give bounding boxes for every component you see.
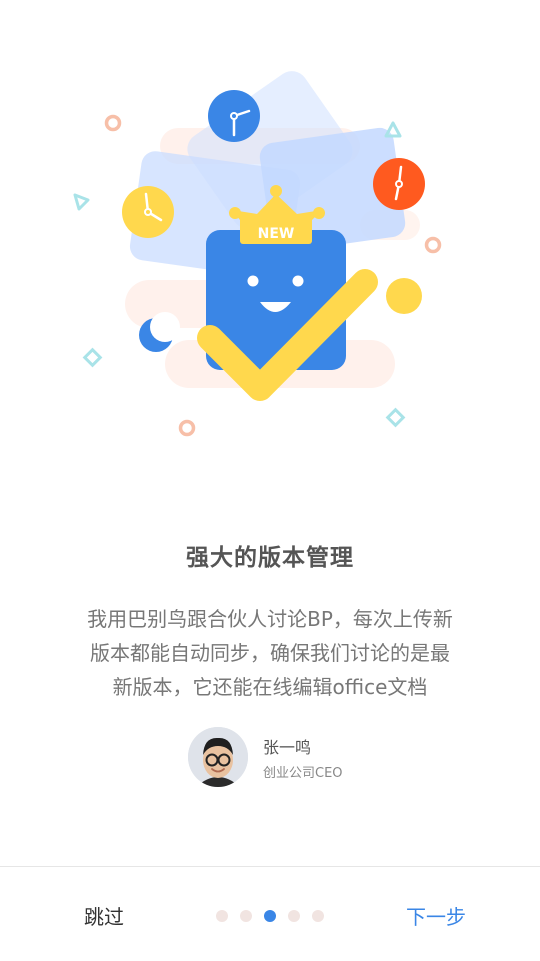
- page-dot[interactable]: [216, 910, 228, 922]
- page-dot[interactable]: [312, 910, 324, 922]
- ring-decoration: [424, 236, 442, 254]
- new-version-illustration: NEW: [60, 70, 460, 450]
- testimonial-author: 张一鸣 创业公司CEO: [188, 727, 408, 787]
- ring-decoration: [178, 419, 196, 437]
- page-dot[interactable]: [240, 910, 252, 922]
- clock-icon: [122, 186, 174, 238]
- feature-title: 强大的版本管理: [186, 545, 354, 571]
- feature-description: 我用巴别鸟跟合伙人讨论BP，每次上传新 版本都能自动同步，确保我们讨论的是最 新…: [60, 602, 480, 704]
- ring-decoration: [104, 114, 122, 132]
- avatar: [188, 727, 248, 787]
- new-badge-text: NEW: [258, 226, 295, 242]
- page-dot-active[interactable]: [264, 910, 276, 922]
- skip-button[interactable]: 跳过: [84, 901, 124, 930]
- onboarding-footer: 跳过 下一步: [0, 866, 540, 961]
- next-button[interactable]: 下一步: [406, 901, 466, 930]
- author-name: 张一鸣: [263, 738, 312, 757]
- page-indicator: [216, 910, 324, 922]
- description-line: 新版本，它还能在线编辑office文档: [112, 675, 428, 699]
- triangle-decoration: [73, 193, 90, 211]
- description-line: 我用巴别鸟跟合伙人讨论BP，每次上传新: [87, 607, 453, 631]
- triangle-decoration: [384, 121, 402, 138]
- page-dot[interactable]: [288, 910, 300, 922]
- diamond-decoration: [82, 347, 103, 368]
- diamond-decoration: [385, 407, 406, 428]
- author-role: 创业公司CEO: [263, 766, 343, 781]
- yellow-dot: [386, 278, 422, 314]
- clock-icon: [208, 90, 260, 142]
- clock-icon: [373, 158, 425, 210]
- description-line: 版本都能自动同步，确保我们讨论的是最: [90, 641, 450, 665]
